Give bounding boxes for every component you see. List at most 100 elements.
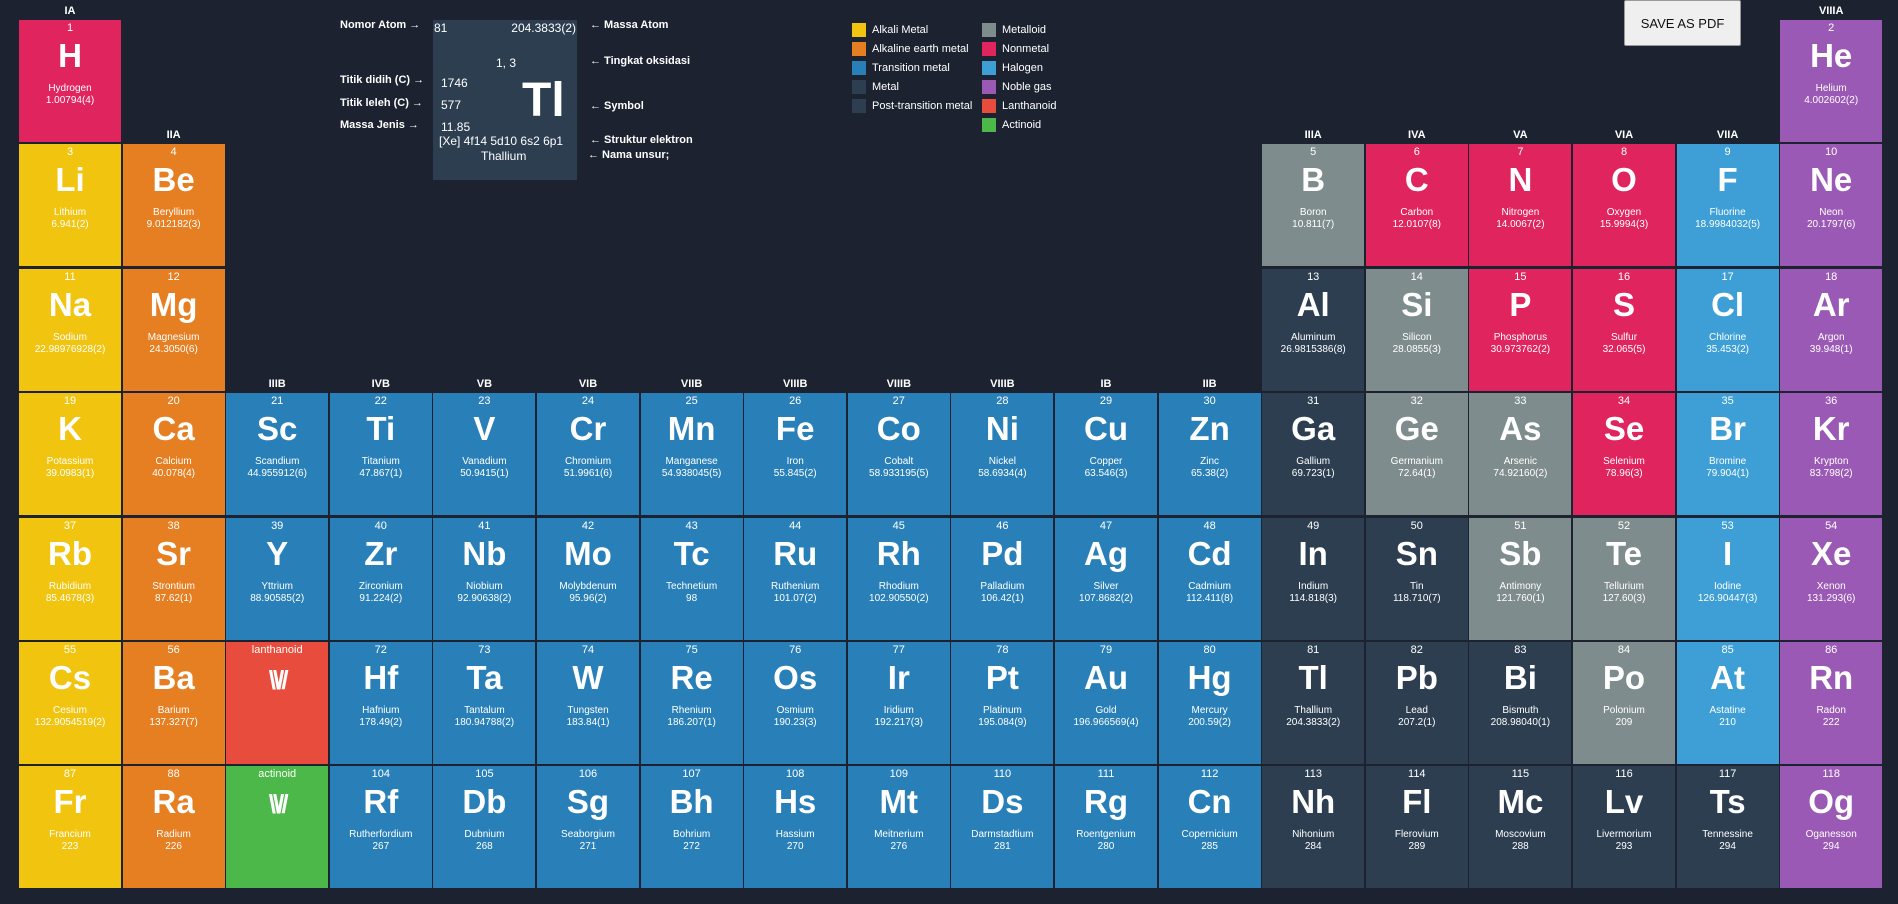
element-cell[interactable]: 17 Cl Chlorine 35.453(2) <box>1676 268 1779 391</box>
element-cell[interactable]: 21 Sc Scandium 44.955912(6) <box>226 393 329 516</box>
element-cell[interactable]: 11 Na Sodium 22.98976928(2) <box>19 268 121 391</box>
element-cell[interactable]: 82 Pb Lead 207.2(1) <box>1365 642 1468 764</box>
element-cell[interactable]: 110 Ds Darmstadtium 281 <box>951 766 1054 889</box>
element-cell[interactable]: 78 Pt Platinum 195.084(9) <box>951 642 1054 764</box>
element-cell[interactable]: 37 Rb Rubidium 85.4678(3) <box>19 517 121 640</box>
element-cell[interactable]: 39 Y Yttrium 88.90585(2) <box>226 517 329 640</box>
element-number: 46 <box>996 519 1009 532</box>
element-cell[interactable]: 24 Cr Chromium 51.9961(6) <box>537 393 639 516</box>
element-cell[interactable]: 87 Fr Francium 223 <box>19 766 121 889</box>
element-cell[interactable]: 80 Hg Mercury 200.59(2) <box>1158 642 1261 764</box>
element-cell[interactable]: 43 Tc Technetium 98 <box>640 517 743 640</box>
element-cell[interactable]: 26 Fe Iron 55.845(2) <box>744 393 847 516</box>
element-cell[interactable]: 83 Bi Bismuth 208.98040(1) <box>1469 642 1572 764</box>
element-cell[interactable]: 31 Ga Gallium 69.723(1) <box>1262 393 1365 516</box>
element-cell[interactable]: 16 S Sulfur 32.065(5) <box>1573 268 1675 391</box>
element-cell[interactable]: 41 Nb Niobium 92.90638(2) <box>433 517 536 640</box>
element-cell[interactable]: 23 V Vanadium 50.9415(1) <box>433 393 536 516</box>
element-cell[interactable]: 46 Pd Palladium 106.42(1) <box>951 517 1054 640</box>
element-cell[interactable]: 34 Se Selenium 78.96(3) <box>1573 393 1675 516</box>
element-cell[interactable]: 42 Mo Molybdenum 95.96(2) <box>537 517 639 640</box>
element-cell[interactable]: 114 Fl Flerovium 289 <box>1365 766 1468 889</box>
element-cell[interactable]: 84 Po Polonium 209 <box>1573 642 1675 764</box>
element-cell[interactable]: 13 Al Aluminum 26.9815386(8) <box>1262 268 1365 391</box>
element-cell[interactable]: 35 Br Bromine 79.904(1) <box>1676 393 1779 516</box>
element-cell[interactable]: 48 Cd Cadmium 112.411(8) <box>1158 517 1261 640</box>
element-cell[interactable]: 104 Rf Rutherfordium 267 <box>329 766 432 889</box>
element-cell[interactable]: 14 Si Silicon 28.0855(3) <box>1365 268 1468 391</box>
element-cell[interactable]: 19 K Potassium 39.0983(1) <box>19 393 121 516</box>
element-cell[interactable]: 55 Cs Cesium 132.9054519(2) <box>19 642 121 764</box>
element-cell[interactable]: 32 Ge Germanium 72.64(1) <box>1365 393 1468 516</box>
element-cell[interactable]: 8 O Oxygen 15.9994(3) <box>1573 144 1675 267</box>
element-cell[interactable]: 33 As Arsenic 74.92160(2) <box>1469 393 1572 516</box>
element-cell[interactable]: 51 Sb Antimony 121.760(1) <box>1469 517 1572 640</box>
element-cell[interactable]: 29 Cu Copper 63.546(3) <box>1055 393 1157 516</box>
element-cell[interactable]: 112 Cn Copernicium 285 <box>1158 766 1261 889</box>
element-cell[interactable]: 79 Au Gold 196.966569(4) <box>1055 642 1157 764</box>
element-cell[interactable]: 72 Hf Hafnium 178.49(2) <box>329 642 432 764</box>
element-cell[interactable]: 44 Ru Ruthenium 101.07(2) <box>744 517 847 640</box>
element-name: Cesium <box>53 705 87 716</box>
element-cell[interactable]: 85 At Astatine 210 <box>1676 642 1779 764</box>
element-cell[interactable]: 27 Co Cobalt 58.933195(5) <box>847 393 950 516</box>
element-cell[interactable]: 106 Sg Seaborgium 271 <box>537 766 639 889</box>
element-cell[interactable]: 77 Ir Iridium 192.217(3) <box>847 642 950 764</box>
element-cell[interactable]: 111 Rg Roentgenium 280 <box>1055 766 1157 889</box>
element-name: Strontium <box>152 580 195 592</box>
element-cell[interactable]: 113 Nh Nihonium 284 <box>1262 766 1365 889</box>
element-mass: 272 <box>683 841 700 853</box>
element-cell[interactable]: 10 Ne Neon 20.1797(6) <box>1780 144 1883 267</box>
element-cell[interactable]: 12 Mg Magnesium 24.3050(6) <box>122 268 225 391</box>
save-as-pdf-button[interactable]: SAVE AS PDF <box>1624 0 1741 46</box>
element-cell[interactable]: 30 Zn Zinc 65.38(2) <box>1158 393 1261 516</box>
element-cell[interactable]: 47 Ag Silver 107.8682(2) <box>1055 517 1157 640</box>
element-cell[interactable]: 105 Db Dubnium 268 <box>433 766 536 889</box>
element-cell[interactable]: 117 Ts Tennessine 294 <box>1676 766 1779 889</box>
element-cell[interactable]: 52 Te Tellurium 127.60(3) <box>1573 517 1675 640</box>
element-cell[interactable]: 53 I Iodine 126.90447(3) <box>1676 517 1779 640</box>
element-cell[interactable]: 18 Ar Argon 39.948(1) <box>1780 268 1883 391</box>
element-cell[interactable]: 107 Bh Bohrium 272 <box>640 766 743 889</box>
element-cell[interactable]: 45 Rh Rhodium 102.90550(2) <box>847 517 950 640</box>
element-cell[interactable]: 9 F Fluorine 18.9984032(5) <box>1676 144 1779 267</box>
element-cell[interactable]: 56 Ba Barium 137.327(7) <box>122 642 225 764</box>
element-cell[interactable]: 4 Be Beryllium 9.012182(3) <box>122 144 225 267</box>
element-cell[interactable]: 1 H Hydrogen 1.00794(4) <box>19 20 121 142</box>
element-cell[interactable]: 74 W Tungsten 183.84(1) <box>537 642 639 764</box>
element-cell[interactable]: 36 Kr Krypton 83.798(2) <box>1780 393 1883 516</box>
element-number: 32 <box>1410 395 1423 408</box>
element-cell[interactable]: 54 Xe Xenon 131.293(6) <box>1780 517 1883 640</box>
lanthanoid-series-cell[interactable]: lanthanoid \\// <box>226 642 329 764</box>
element-symbol: Ir <box>887 659 910 696</box>
element-cell[interactable]: 118 Og Oganesson 294 <box>1780 766 1883 889</box>
element-number: 78 <box>996 644 1009 656</box>
element-cell[interactable]: 28 Ni Nickel 58.6934(4) <box>951 393 1054 516</box>
element-cell[interactable]: 81 Tl Thallium 204.3833(2) <box>1262 642 1365 764</box>
element-cell[interactable]: 76 Os Osmium 190.23(3) <box>744 642 847 764</box>
element-cell[interactable]: 15 P Phosphorus 30.973762(2) <box>1469 268 1572 391</box>
element-cell[interactable]: 88 Ra Radium 226 <box>122 766 225 889</box>
element-cell[interactable]: 6 C Carbon 12.0107(8) <box>1365 144 1468 267</box>
element-cell[interactable]: 49 In Indium 114.818(3) <box>1262 517 1365 640</box>
element-cell[interactable]: 5 B Boron 10.811(7) <box>1262 144 1365 267</box>
element-cell[interactable]: 2 He Helium 4.002602(2) <box>1780 20 1883 142</box>
element-cell[interactable]: 116 Lv Livermorium 293 <box>1573 766 1675 889</box>
element-cell[interactable]: 115 Mc Moscovium 288 <box>1469 766 1572 889</box>
element-symbol: Pt <box>985 659 1019 696</box>
element-cell[interactable]: 38 Sr Strontium 87.62(1) <box>122 517 225 640</box>
element-cell[interactable]: 40 Zr Zirconium 91.224(2) <box>329 517 432 640</box>
element-cell[interactable]: 3 Li Lithium 6.941(2) <box>19 144 121 267</box>
element-cell[interactable]: 108 Hs Hassium 270 <box>744 766 847 889</box>
element-cell[interactable]: 109 Mt Meitnerium 276 <box>847 766 950 889</box>
element-cell[interactable]: 22 Ti Titanium 47.867(1) <box>329 393 432 516</box>
element-cell[interactable]: 20 Ca Calcium 40.078(4) <box>122 393 225 516</box>
element-cell[interactable]: 50 Sn Tin 118.710(7) <box>1365 517 1468 640</box>
element-cell[interactable]: 86 Rn Radon 222 <box>1780 642 1883 764</box>
element-cell[interactable]: 7 N Nitrogen 14.0067(2) <box>1469 144 1572 267</box>
element-cell[interactable]: 75 Re Rhenium 186.207(1) <box>640 642 743 764</box>
element-cell[interactable]: 25 Mn Manganese 54.938045(5) <box>640 393 743 516</box>
element-cell[interactable]: 73 Ta Tantalum 180.94788(2) <box>433 642 536 764</box>
actinoid-series-cell[interactable]: actinoid \\// <box>226 766 329 889</box>
legend-item: Alkaline earth metal <box>852 41 969 57</box>
